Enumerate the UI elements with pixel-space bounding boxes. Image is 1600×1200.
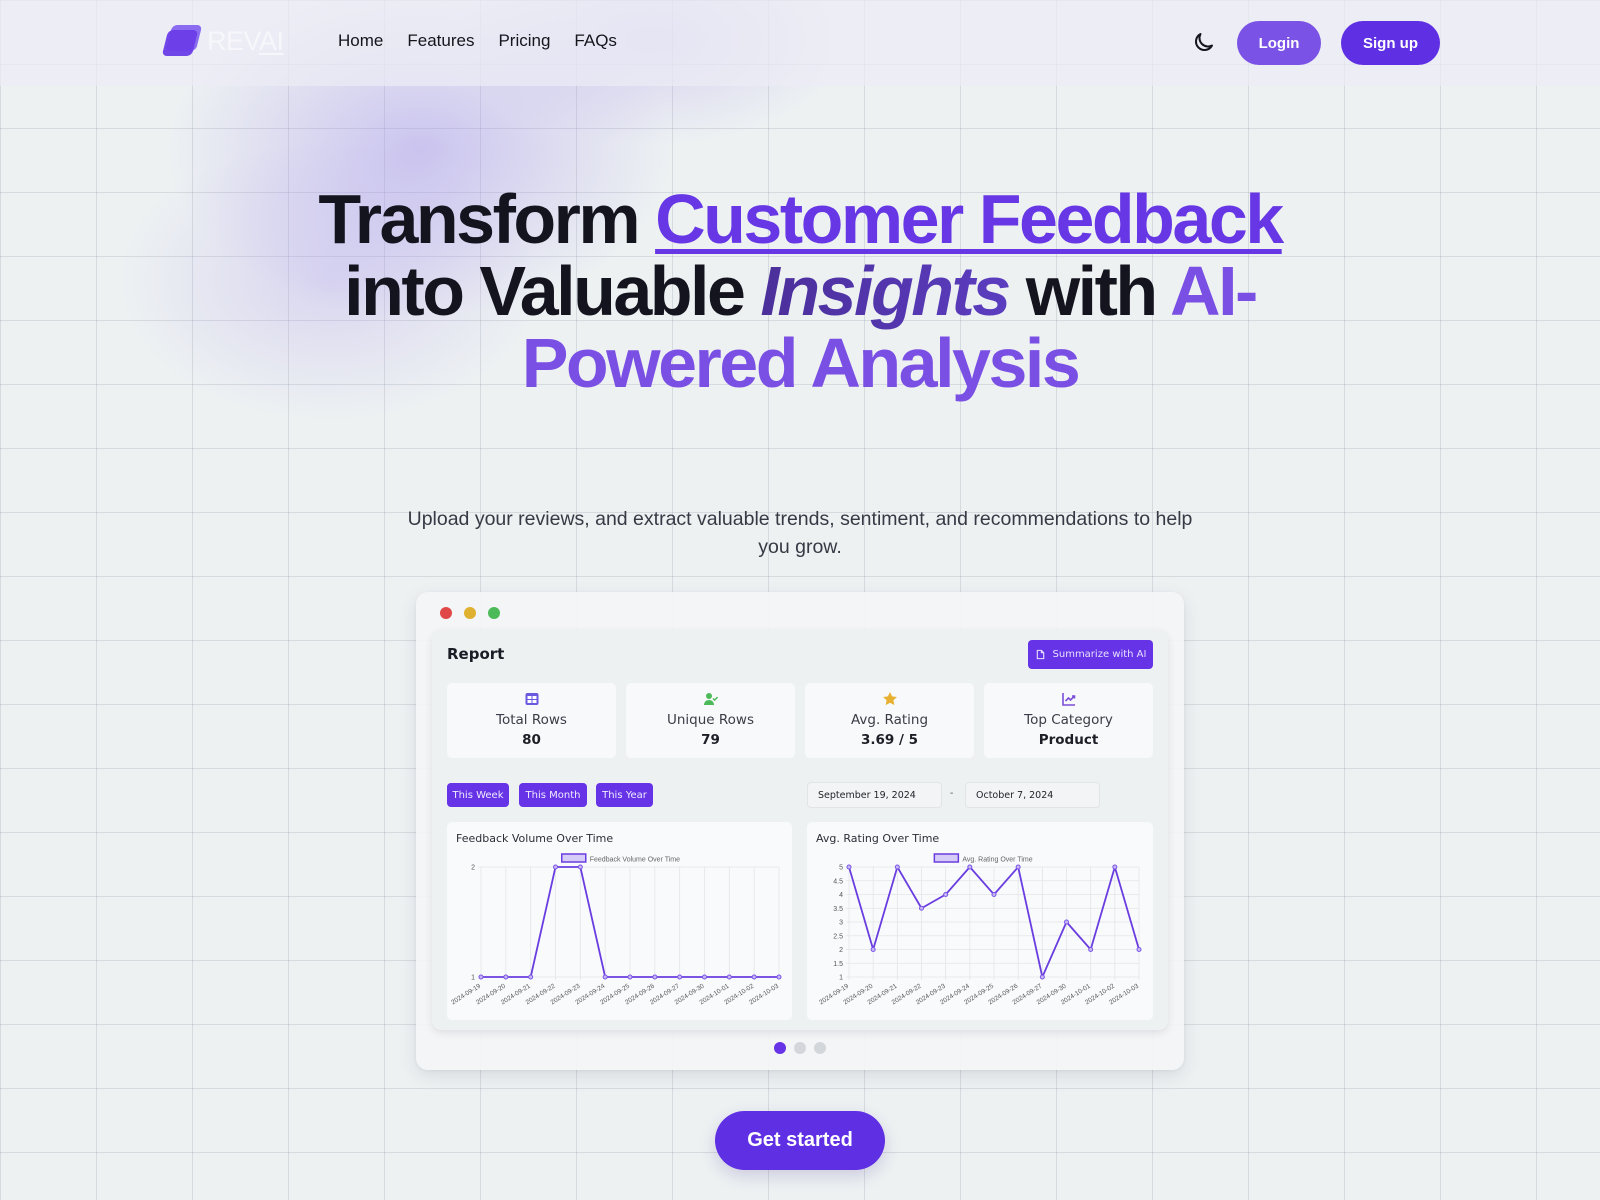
data-point bbox=[751, 974, 757, 980]
data-point bbox=[602, 974, 608, 980]
summarize-label: Summarize with AI bbox=[1052, 649, 1147, 660]
data-point bbox=[702, 974, 707, 980]
stat-card-total-rows: Total Rows 80 bbox=[447, 683, 616, 758]
data-point bbox=[627, 974, 633, 980]
legend-swatch bbox=[933, 853, 960, 863]
stat-label: Unique Rows bbox=[666, 712, 755, 728]
nav-link-faqs[interactable]: FAQs bbox=[574, 31, 617, 51]
hero-subtitle: Upload your reviews, and extract valuabl… bbox=[407, 508, 1193, 558]
data-point bbox=[1015, 864, 1021, 870]
y-tick-label: 3.5 bbox=[833, 906, 843, 913]
carousel-dot-2[interactable] bbox=[794, 1042, 806, 1054]
nav-link-features[interactable]: Features bbox=[407, 31, 474, 51]
report-title: Report bbox=[447, 645, 505, 663]
login-button[interactable]: Login bbox=[1237, 21, 1321, 65]
window-close-dot bbox=[440, 607, 452, 619]
stat-value: 80 bbox=[522, 732, 541, 748]
stat-label: Avg. Rating bbox=[850, 712, 929, 728]
data-point bbox=[478, 974, 484, 980]
y-tick-label: 3 bbox=[839, 920, 843, 927]
window-minimize-dot bbox=[464, 607, 476, 619]
stat-card-unique-rows: Unique Rows 79 bbox=[626, 683, 795, 758]
hero-title-part: Transform bbox=[318, 180, 656, 258]
stat-label: Top Category bbox=[1024, 712, 1113, 728]
data-point bbox=[726, 974, 732, 980]
y-tick-label: 1 bbox=[839, 975, 843, 982]
y-tick-label: 2 bbox=[839, 947, 843, 954]
stat-label: Total Rows bbox=[496, 712, 567, 728]
data-point bbox=[846, 864, 852, 870]
data-point bbox=[894, 864, 900, 870]
start-date-input[interactable] bbox=[807, 782, 942, 808]
document-icon bbox=[1036, 649, 1044, 660]
logo-text-accent: AI bbox=[259, 25, 284, 56]
legend-label: Avg. Rating Over Time bbox=[962, 857, 1032, 864]
data-point bbox=[991, 892, 997, 897]
y-tick-label: 4.5 bbox=[833, 878, 843, 885]
end-date-input[interactable] bbox=[965, 782, 1100, 808]
logo[interactable]: REVAI bbox=[160, 24, 284, 58]
data-point bbox=[1136, 947, 1142, 952]
legend-label: Feedback Volume Over Time bbox=[590, 857, 680, 864]
carousel-dot-3[interactable] bbox=[814, 1042, 826, 1054]
stat-value: Product bbox=[1038, 732, 1099, 748]
chart-svg: Feedback Volume Over Time122024-09-19202… bbox=[450, 853, 782, 1006]
data-point bbox=[577, 864, 583, 870]
data-point bbox=[1039, 974, 1045, 980]
data-point bbox=[652, 974, 658, 980]
nav-link-pricing[interactable]: Pricing bbox=[498, 31, 550, 51]
this-year-button[interactable]: This Year bbox=[596, 783, 653, 807]
avg-rating-chart: Avg. Rating Over Time Avg. Rating Over T… bbox=[807, 822, 1153, 1020]
y-tick-label: 4 bbox=[839, 892, 843, 899]
data-point bbox=[1112, 864, 1118, 870]
date-separator: - bbox=[950, 788, 954, 799]
feedback-volume-chart: Feedback Volume Over Time Feedback Volum… bbox=[447, 822, 792, 1020]
logo-icon bbox=[160, 24, 203, 58]
stat-value: 3.69 / 5 bbox=[860, 732, 919, 748]
y-tick-label: 2.5 bbox=[833, 933, 843, 940]
logo-text-main: REV bbox=[207, 25, 260, 56]
data-point bbox=[943, 892, 949, 897]
data-point bbox=[503, 974, 509, 980]
this-week-button[interactable]: This Week bbox=[447, 783, 509, 807]
stat-card-top-category: Top Category Product bbox=[984, 683, 1153, 758]
star-icon bbox=[882, 692, 897, 706]
hero-title-part: with bbox=[1008, 252, 1171, 330]
theme-toggle-button[interactable] bbox=[1192, 30, 1216, 54]
main-nav: Home Features Pricing FAQs bbox=[338, 31, 617, 51]
y-tick-label: 1.5 bbox=[833, 961, 843, 968]
hero-title-italic: Insights bbox=[760, 252, 1011, 330]
data-point bbox=[919, 905, 924, 911]
legend-swatch bbox=[561, 853, 587, 863]
carousel-dot-1[interactable] bbox=[774, 1042, 786, 1054]
get-started-button[interactable]: Get started bbox=[715, 1111, 885, 1170]
y-tick-label: 1 bbox=[471, 975, 475, 982]
data-point bbox=[528, 974, 534, 980]
moon-icon bbox=[1195, 33, 1213, 51]
data-point bbox=[870, 947, 876, 952]
y-tick-label: 5 bbox=[839, 865, 843, 872]
signup-button[interactable]: Sign up bbox=[1341, 21, 1440, 65]
data-point bbox=[677, 974, 683, 980]
chart-line-icon bbox=[1061, 693, 1075, 706]
stat-value: 79 bbox=[701, 732, 720, 748]
data-point bbox=[967, 864, 973, 870]
hero-title: Transform Customer Feedback into Valuabl… bbox=[300, 183, 1300, 399]
y-tick-label: 2 bbox=[471, 865, 475, 872]
summarize-with-ai-button[interactable]: Summarize with AI bbox=[1028, 640, 1153, 669]
logo-text: REVAI bbox=[207, 26, 284, 57]
hero-title-part: into Valuable bbox=[344, 252, 761, 330]
chart-svg: Avg. Rating Over Time11.522.533.544.5520… bbox=[818, 853, 1142, 1006]
window-maximize-dot bbox=[488, 607, 500, 619]
hero-title-highlight: Customer Feedback bbox=[655, 180, 1284, 258]
this-month-button[interactable]: This Month bbox=[519, 783, 587, 807]
data-point bbox=[1088, 947, 1094, 952]
data-point bbox=[553, 864, 558, 870]
table-icon bbox=[525, 693, 538, 705]
nav-link-home[interactable]: Home bbox=[338, 31, 383, 51]
data-point bbox=[776, 974, 782, 980]
stat-card-avg-rating: Avg. Rating 3.69 / 5 bbox=[805, 683, 974, 758]
user-check-icon bbox=[703, 693, 718, 705]
data-point bbox=[1064, 919, 1069, 925]
